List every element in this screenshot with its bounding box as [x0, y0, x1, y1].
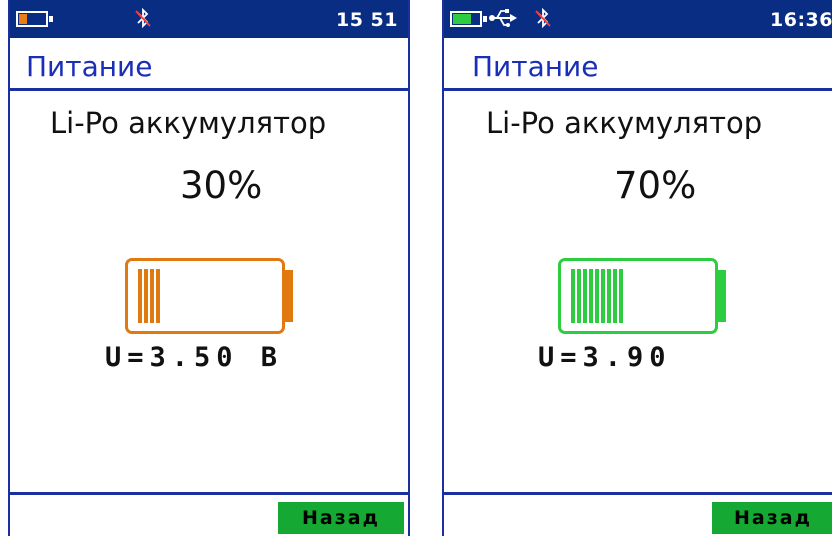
battery-status-fill: [19, 14, 27, 24]
battery-status-icon: [450, 11, 487, 27]
battery-fill-segment: [138, 269, 142, 323]
page-title: Питание: [26, 50, 153, 83]
battery-gauge-fill: [138, 269, 160, 323]
battery-status-fill: [453, 14, 471, 24]
battery-fill-segment: [595, 269, 599, 323]
device-screen-left: 15 51 Питание Li-Po аккумулятор 30% U=3.…: [8, 0, 410, 536]
battery-fill-segment: [619, 269, 623, 323]
battery-gauge: [125, 258, 297, 334]
battery-fill-segment: [150, 269, 154, 323]
battery-fill-segment: [144, 269, 148, 323]
status-clock: 15 51: [336, 9, 398, 31]
status-clock: 16:36: [770, 9, 832, 31]
status-bar: 15 51: [10, 0, 408, 38]
footer-divider: [10, 492, 408, 495]
battery-fill-segment: [607, 269, 611, 323]
bluetooth-off-icon: [535, 8, 551, 28]
battery-type-label: Li-Po аккумулятор: [50, 106, 327, 140]
voltage-readout: U=3.50 В: [105, 342, 284, 373]
battery-fill-segment: [571, 269, 575, 323]
battery-status-tip: [49, 16, 53, 22]
battery-status-icon: [16, 11, 53, 27]
battery-gauge: [558, 258, 730, 334]
charge-percent: 70%: [614, 164, 697, 207]
battery-gauge-body: [558, 258, 718, 334]
battery-gauge-tip: [718, 270, 726, 322]
charge-percent: 30%: [180, 164, 263, 207]
battery-status-tip: [483, 16, 487, 22]
battery-fill-segment: [583, 269, 587, 323]
battery-fill-segment: [613, 269, 617, 323]
page-title: Питание: [472, 50, 599, 83]
title-divider: [10, 88, 408, 91]
device-screen-right: 16:36 Питание Li-Po аккумулятор 70% U=3.…: [442, 0, 832, 536]
status-bar: 16:36: [444, 0, 832, 38]
battery-fill-segment: [577, 269, 581, 323]
back-button[interactable]: Назад: [712, 502, 832, 534]
battery-gauge-tip: [285, 270, 293, 322]
battery-gauge-fill: [571, 269, 623, 323]
back-button[interactable]: Назад: [278, 502, 404, 534]
battery-fill-segment: [156, 269, 160, 323]
battery-fill-segment: [601, 269, 605, 323]
battery-fill-segment: [589, 269, 593, 323]
bluetooth-off-icon: [135, 8, 151, 28]
voltage-readout: U=3.90: [538, 342, 672, 373]
title-divider: [444, 88, 832, 91]
usb-icon: [489, 9, 517, 27]
battery-type-label: Li-Po аккумулятор: [486, 106, 763, 140]
footer-divider: [444, 492, 832, 495]
battery-gauge-body: [125, 258, 285, 334]
